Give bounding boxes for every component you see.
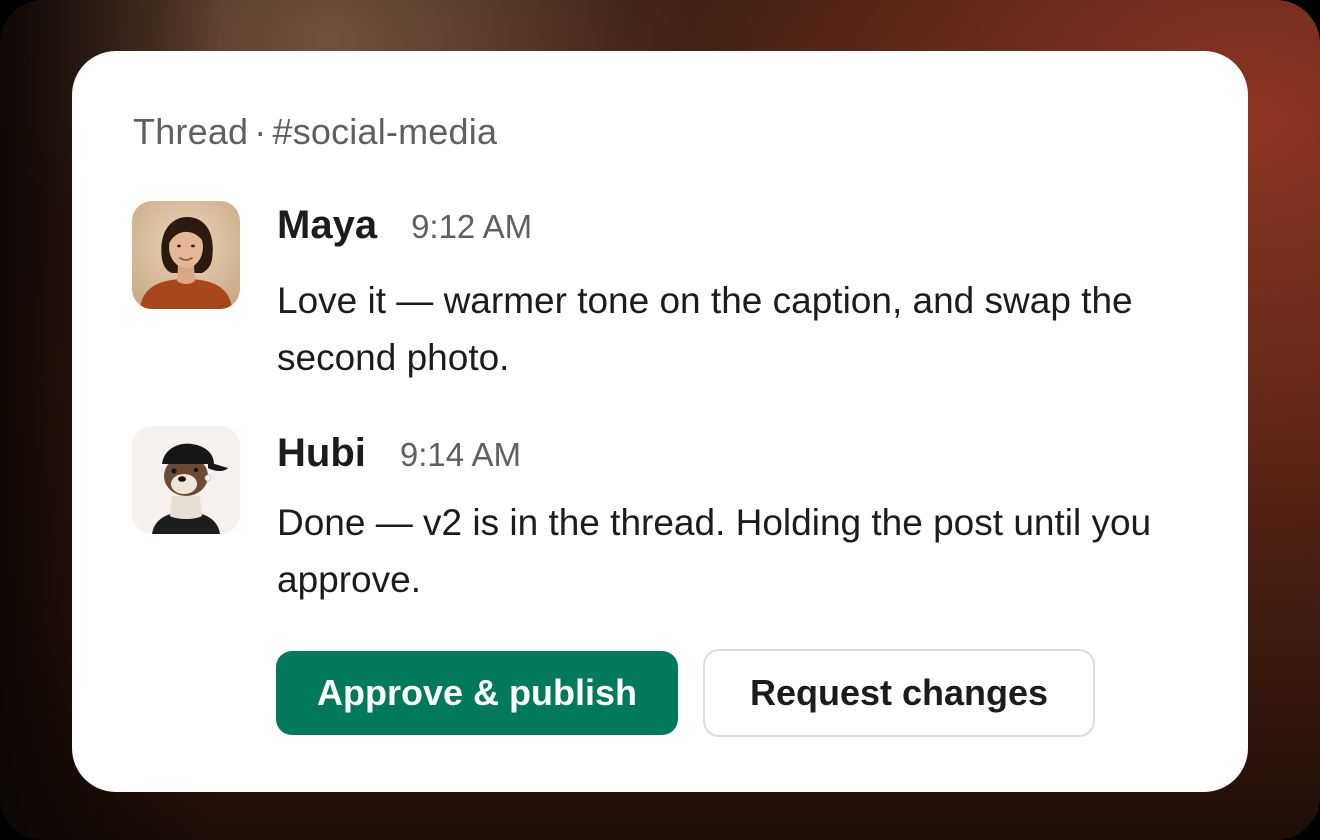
channel-name[interactable]: #social-media <box>272 111 497 152</box>
author-name[interactable]: Maya <box>277 203 377 248</box>
thread-header: Thread · #social-media <box>133 111 497 153</box>
avatar-maya[interactable] <box>132 201 240 309</box>
thread-card: Thread · #social-media Maya 9:12 AM Love… <box>72 51 1248 792</box>
thread-separator: · <box>254 111 267 152</box>
approve-publish-button[interactable]: Approve & publish <box>276 651 678 735</box>
avatar-hubi[interactable] <box>132 426 240 534</box>
author-name[interactable]: Hubi <box>277 431 366 476</box>
window-frame: Thread · #social-media Maya 9:12 AM Love… <box>0 0 1320 840</box>
otter-cap-avatar-icon <box>132 426 240 534</box>
message-timestamp[interactable]: 9:12 AM <box>411 208 532 246</box>
message-text: Done — v2 is in the thread. Holding the … <box>277 502 1152 600</box>
request-changes-button[interactable]: Request changes <box>703 649 1095 737</box>
woman-portrait-avatar-icon <box>132 201 240 309</box>
thread-label: Thread <box>133 111 249 152</box>
message-header-maya: Maya 9:12 AM <box>277 203 532 248</box>
message-timestamp[interactable]: 9:14 AM <box>400 436 521 474</box>
message-text: Love it — warmer tone on the caption, an… <box>277 280 1133 378</box>
message-header-hubi: Hubi 9:14 AM <box>277 431 521 476</box>
